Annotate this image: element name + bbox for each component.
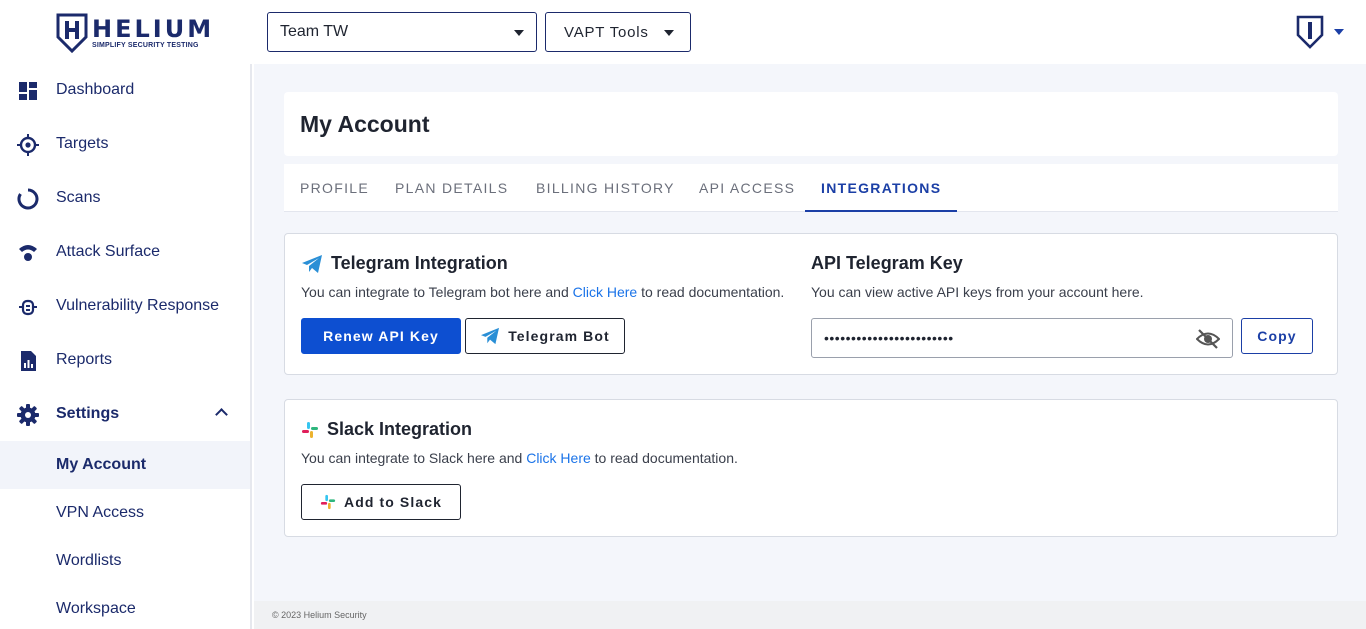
api-key-field[interactable]: ••••••••••••••••••••••••	[811, 318, 1233, 358]
api-key-value: ••••••••••••••••••••••••	[824, 330, 954, 346]
chevron-down-icon	[664, 30, 674, 36]
renew-api-key-button[interactable]: Renew API Key	[301, 318, 461, 354]
telegram-description: You can integrate to Telegram bot here a…	[301, 284, 785, 300]
telegram-bot-button[interactable]: Telegram Bot	[465, 318, 625, 354]
bug-icon	[19, 299, 37, 316]
sidebar: Dashboard Targets Scans Attack Surface V…	[0, 64, 252, 629]
slack-integration-card: Slack Integration You can integrate to S…	[284, 399, 1338, 537]
tools-select[interactable]: VAPT Tools	[545, 12, 691, 52]
scans-icon	[17, 188, 39, 210]
sidebar-item-scans[interactable]: Scans	[0, 174, 250, 222]
sidebar-item-label: Vulnerability Response	[56, 297, 220, 314]
sidebar-subitem-my-account[interactable]: My Account	[0, 441, 250, 489]
telegram-icon	[302, 254, 322, 273]
slack-icon	[320, 494, 336, 510]
sidebar-item-label: VPN Access	[56, 504, 145, 521]
sidebar-subitem-vpn-access[interactable]: VPN Access	[0, 489, 250, 537]
team-select-value: Team TW	[280, 23, 349, 40]
sidebar-item-label: Dashboard	[56, 81, 135, 98]
sidebar-item-settings[interactable]: Settings	[0, 390, 250, 438]
main-content: My Account PROFILE PLAN DETAILS BILLING …	[254, 64, 1366, 601]
brand-name: HELIUM	[92, 15, 215, 43]
sidebar-item-label: Workspace	[56, 600, 136, 617]
add-to-slack-button[interactable]: Add to Slack	[301, 484, 461, 520]
copy-button[interactable]: Copy	[1241, 318, 1313, 354]
telegram-integration-card: Telegram Integration You can integrate t…	[284, 233, 1338, 375]
team-select[interactable]: Team TW	[267, 12, 537, 52]
slack-icon	[302, 421, 318, 438]
brand-tagline: SIMPLIFY SECURITY TESTING	[92, 42, 199, 49]
sidebar-item-label: Attack Surface	[56, 243, 161, 260]
sidebar-item-label: My Account	[56, 456, 147, 473]
helium-shield-icon	[56, 13, 88, 53]
gear-icon	[17, 404, 39, 426]
sidebar-subitem-wordlists[interactable]: Wordlists	[0, 537, 250, 585]
tab-api-access[interactable]: API ACCESS	[699, 164, 795, 212]
telegram-icon	[481, 327, 500, 345]
account-tabs: PROFILE PLAN DETAILS BILLING HISTORY API…	[284, 164, 1338, 212]
tab-plan-details[interactable]: PLAN DETAILS	[395, 164, 508, 212]
reports-icon	[21, 351, 36, 371]
sidebar-item-dashboard[interactable]: Dashboard	[0, 66, 250, 114]
sidebar-item-label: Targets	[56, 135, 109, 152]
slack-title: Slack Integration	[301, 419, 472, 440]
chevron-down-icon	[514, 30, 524, 36]
chevron-up-icon	[215, 408, 228, 421]
slack-description: You can integrate to Slack here and Clic…	[301, 450, 738, 466]
tools-select-value: VAPT Tools	[564, 23, 649, 41]
page-title: My Account	[300, 111, 430, 137]
page-title-card: My Account	[284, 92, 1338, 156]
dashboard-icon	[19, 82, 37, 100]
eye-off-icon[interactable]	[1196, 328, 1220, 350]
sidebar-item-label: Settings	[56, 405, 120, 422]
copyright-text: © 2023 Helium Security	[272, 610, 367, 620]
tab-integrations[interactable]: INTEGRATIONS	[805, 164, 958, 212]
sidebar-item-targets[interactable]: Targets	[0, 120, 250, 168]
chevron-down-icon	[1334, 29, 1344, 35]
top-bar: HELIUM SIMPLIFY SECURITY TESTING Team TW…	[0, 0, 1366, 64]
api-telegram-key-title: API Telegram Key	[811, 253, 963, 273]
sidebar-item-label: Scans	[56, 189, 101, 206]
sidebar-item-vulnerability-response[interactable]: Vulnerability Response	[0, 282, 250, 330]
sidebar-item-reports[interactable]: Reports	[0, 336, 250, 384]
helium-logo[interactable]: HELIUM SIMPLIFY SECURITY TESTING	[56, 12, 226, 54]
tab-profile[interactable]: PROFILE	[300, 164, 369, 212]
target-icon	[17, 134, 39, 156]
tab-billing-history[interactable]: BILLING HISTORY	[536, 164, 675, 212]
api-telegram-key-description: You can view active API keys from your a…	[811, 284, 1144, 300]
telegram-doc-link[interactable]: Click Here	[573, 284, 638, 300]
sidebar-item-label: Wordlists	[56, 552, 122, 569]
attack-surface-icon	[19, 245, 37, 261]
sidebar-item-attack-surface[interactable]: Attack Surface	[0, 228, 250, 276]
telegram-title: Telegram Integration	[301, 253, 508, 274]
user-menu-button[interactable]	[1296, 14, 1356, 50]
shield-avatar-icon	[1296, 15, 1324, 49]
sidebar-subitem-workspace[interactable]: Workspace	[0, 585, 250, 629]
sidebar-item-label: Reports	[56, 351, 113, 368]
slack-doc-link[interactable]: Click Here	[526, 450, 591, 466]
footer: © 2023 Helium Security	[254, 601, 1366, 629]
